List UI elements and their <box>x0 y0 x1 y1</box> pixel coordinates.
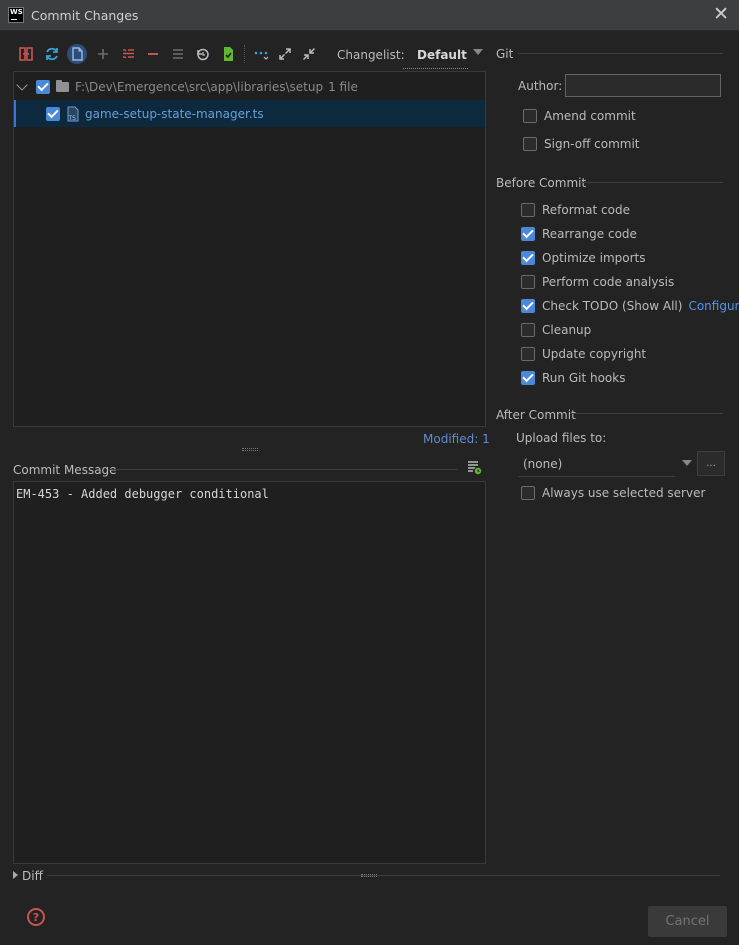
always-use-server-label: Always use selected server <box>542 486 706 500</box>
folder-icon <box>56 79 69 92</box>
sign-off-commit-label: Sign-off commit <box>544 137 640 151</box>
commit-message-text[interactable]: EM-453 - Added debugger conditional <box>16 487 269 501</box>
refresh-icon[interactable] <box>42 44 62 64</box>
changelist-underline <box>403 68 468 69</box>
chevron-down-icon[interactable] <box>682 460 692 466</box>
optimize-imports-option[interactable]: Optimize imports <box>521 251 646 265</box>
author-label: Author: <box>518 79 563 93</box>
perform-code-analysis-option[interactable]: Perform code analysis <box>521 275 674 289</box>
rearrange-code-checkbox[interactable] <box>521 227 535 241</box>
cleanup-option[interactable]: Cleanup <box>521 323 591 337</box>
splitter-handle[interactable] <box>242 448 258 451</box>
check-todo-label: Check TODO (Show All) <box>542 299 683 313</box>
commit-message-label: Commit Message <box>13 463 117 477</box>
sign-off-commit-option[interactable]: Sign-off commit <box>523 137 640 151</box>
run-git-hooks-label: Run Git hooks <box>542 371 626 385</box>
commit-message-input[interactable]: EM-453 - Added debugger conditional <box>13 481 486 864</box>
window-title: Commit Changes <box>31 8 139 23</box>
amend-commit-label: Amend commit <box>544 109 636 123</box>
changelist-dropdown[interactable]: Default <box>417 48 467 62</box>
upload-server-select[interactable]: (none) <box>518 452 675 477</box>
update-copyright-label: Update copyright <box>542 347 647 361</box>
upload-files-label: Upload files to: <box>516 431 607 445</box>
help-icon[interactable]: ? <box>27 908 45 926</box>
cleanup-checkbox[interactable] <box>521 323 535 337</box>
folder-file-count: 1 file <box>328 79 358 94</box>
rearrange-code-option[interactable]: Rearrange code <box>521 227 637 241</box>
after-commit-divider <box>570 413 723 414</box>
folder-path: F:\Dev\Emergence\src\app\libraries\setup <box>75 79 324 94</box>
svg-text:TS: TS <box>68 115 77 122</box>
amend-commit-option[interactable]: Amend commit <box>523 109 636 123</box>
perform-code-analysis-label: Perform code analysis <box>542 275 675 289</box>
folder-checkbox[interactable] <box>36 79 50 94</box>
modified-count: Modified: 1 <box>423 432 490 446</box>
amend-commit-checkbox[interactable] <box>523 109 537 123</box>
cancel-button[interactable]: Cancel <box>648 906 727 937</box>
reformat-code-option[interactable]: Reformat code <box>521 203 630 217</box>
git-section-divider <box>518 53 723 54</box>
file-checkbox[interactable] <box>46 106 60 121</box>
rearrange-code-label: Rearrange code <box>542 227 637 241</box>
update-copyright-checkbox[interactable] <box>521 347 535 361</box>
reformat-code-label: Reformat code <box>542 203 630 217</box>
configure-link[interactable]: Configure <box>688 299 739 313</box>
changes-tree[interactable]: F:\Dev\Emergence\src\app\libraries\setup… <box>13 71 486 427</box>
diff-divider <box>47 875 720 876</box>
run-git-hooks-option[interactable]: Run Git hooks <box>521 371 625 385</box>
add-icon[interactable] <box>93 44 113 64</box>
tree-folder-row[interactable]: F:\Dev\Emergence\src\app\libraries\setup… <box>14 73 485 100</box>
chevron-down-icon[interactable] <box>473 49 483 55</box>
shelve-icon[interactable] <box>218 44 238 64</box>
optimize-imports-checkbox[interactable] <box>521 251 535 265</box>
chevron-down-icon[interactable] <box>16 78 28 91</box>
typescript-file-icon: TS <box>66 106 80 122</box>
diff-splitter-handle[interactable] <box>361 874 377 877</box>
file-name: game-setup-state-manager.ts <box>85 106 264 121</box>
section-divider <box>110 469 458 470</box>
file-icon[interactable] <box>67 44 87 64</box>
reformat-code-checkbox[interactable] <box>521 203 535 217</box>
optimize-imports-label: Optimize imports <box>542 251 646 265</box>
check-todo-checkbox[interactable] <box>521 299 535 313</box>
after-commit-section-title: After Commit <box>496 408 576 422</box>
author-input[interactable] <box>565 74 721 97</box>
toolbar-separator <box>244 45 245 63</box>
always-use-server-checkbox[interactable] <box>521 486 535 500</box>
check-todo-option[interactable]: Check TODO (Show All) Configure <box>521 299 739 313</box>
cleanup-label: Cleanup <box>542 323 592 337</box>
commit-message-history-icon[interactable] <box>466 459 482 475</box>
before-commit-section-title: Before Commit <box>496 176 587 190</box>
browse-servers-button[interactable]: ... <box>697 451 725 476</box>
webstorm-logo-icon: WS <box>8 7 24 23</box>
rollback-icon[interactable] <box>193 44 213 64</box>
git-section-title: Git <box>496 47 514 61</box>
sign-off-commit-checkbox[interactable] <box>523 137 537 151</box>
list-icon[interactable] <box>168 44 188 64</box>
perform-code-analysis-checkbox[interactable] <box>521 275 535 289</box>
remove-icon[interactable] <box>143 44 163 64</box>
update-copyright-option[interactable]: Update copyright <box>521 347 646 361</box>
diff-expand-icon[interactable] <box>13 871 18 879</box>
collapse-all-icon[interactable] <box>299 44 319 64</box>
title-bar: WS Commit Changes ✕ <box>0 0 739 31</box>
before-commit-divider <box>580 182 723 183</box>
run-git-hooks-checkbox[interactable] <box>521 371 535 385</box>
show-diff-icon[interactable] <box>16 44 36 64</box>
tree-file-row[interactable]: TS game-setup-state-manager.ts <box>14 100 485 127</box>
always-use-server-option[interactable]: Always use selected server <box>521 486 705 500</box>
changelist-label: Changelist: <box>337 48 405 62</box>
expand-all-icon[interactable] <box>275 44 295 64</box>
more-icon[interactable] <box>251 44 271 64</box>
close-icon[interactable]: ✕ <box>713 5 729 24</box>
group-by-icon[interactable] <box>118 44 138 64</box>
diff-label[interactable]: Diff <box>22 869 43 883</box>
